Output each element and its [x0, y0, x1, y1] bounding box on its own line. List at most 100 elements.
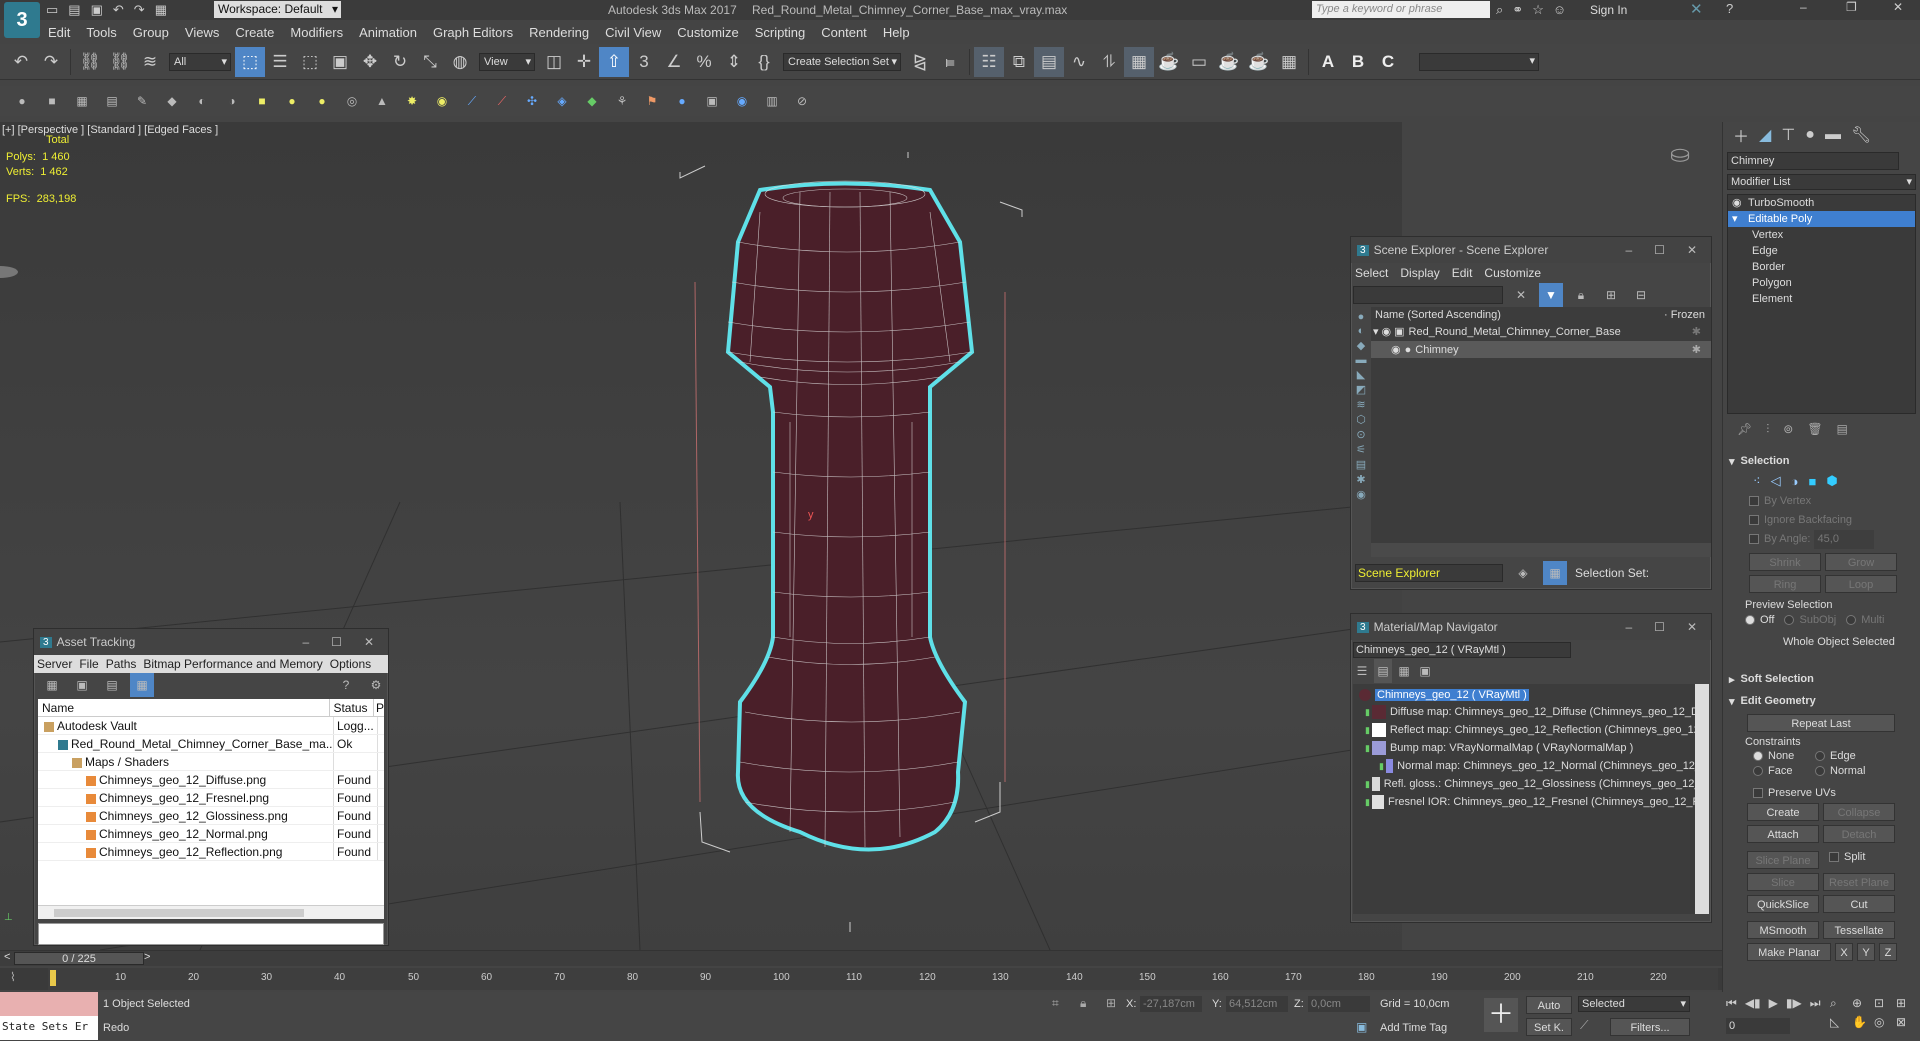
render-iterative-icon[interactable]: ☕: [1244, 47, 1274, 77]
view-list-thumbs-icon[interactable]: ▤: [1374, 659, 1392, 683]
constraint-edge-radio[interactable]: Edge: [1815, 750, 1877, 762]
menu-item[interactable]: Create: [235, 25, 274, 40]
select-manipulate-icon[interactable]: ✛: [569, 47, 599, 77]
filter-bones-icon[interactable]: ⚟: [1356, 443, 1366, 456]
ref-coord-dropdown[interactable]: View ▾: [479, 52, 535, 71]
filter-cameras-icon[interactable]: ◣: [1357, 368, 1365, 381]
polygon-mode-icon[interactable]: ■: [1808, 474, 1816, 489]
tool-1-icon[interactable]: ●: [10, 89, 34, 113]
table-row[interactable]: Chimneys_geo_12_Diffuse.png Found: [38, 771, 384, 789]
split-checkbox[interactable]: Split: [1823, 851, 1865, 869]
tool-17-icon[interactable]: ⟋: [490, 89, 514, 113]
render-production-icon[interactable]: ☕: [1214, 47, 1244, 77]
scene-menu-item[interactable]: Select: [1355, 266, 1388, 280]
maximize-icon[interactable]: ☐: [1654, 243, 1665, 257]
auto-key-button[interactable]: Auto: [1526, 996, 1572, 1014]
view-small-icons-icon[interactable]: ▦: [1395, 659, 1413, 683]
maximize-icon[interactable]: ☐: [1654, 620, 1665, 634]
at-settings-icon[interactable]: ⚙: [364, 673, 388, 697]
menu-item[interactable]: Scripting: [755, 25, 806, 40]
filter-groups-icon[interactable]: ⬡: [1356, 413, 1366, 426]
visibility-eye-icon[interactable]: ◉: [1732, 195, 1748, 211]
preview-multi-radio[interactable]: Multi: [1846, 614, 1884, 626]
undo-quick-icon[interactable]: ↶: [113, 2, 124, 18]
tool-16-icon[interactable]: ⟋: [460, 89, 484, 113]
scene-h-scrollbar[interactable]: [1371, 543, 1711, 557]
text-c-icon[interactable]: C: [1373, 47, 1403, 77]
modifier-stack-item[interactable]: ▾ Editable Poly: [1728, 211, 1915, 227]
close-icon[interactable]: ✕: [364, 635, 374, 649]
by-vertex-checkbox[interactable]: By Vertex: [1749, 492, 1920, 511]
tool-4-icon[interactable]: ▤: [100, 89, 124, 113]
edit-named-sets-icon[interactable]: {}: [749, 47, 779, 77]
map-item[interactable]: ▮ Diffuse map: Chimneys_geo_12_Diffuse (C…: [1353, 703, 1709, 721]
minimize-icon[interactable]: –: [1800, 0, 1807, 14]
save-file-icon[interactable]: ▣: [91, 2, 103, 18]
element-mode-icon[interactable]: ⬢: [1826, 473, 1837, 489]
selection-filter-dropdown[interactable]: All ▾: [169, 52, 231, 71]
edit-geometry-rollup[interactable]: ▾ Edit Geometry: [1723, 692, 1920, 710]
quickslice-button[interactable]: QuickSlice: [1747, 895, 1819, 913]
time-slider-thumb[interactable]: 0 / 225: [14, 952, 144, 965]
tool-21-icon[interactable]: ⚘: [610, 89, 634, 113]
shrink-button[interactable]: Shrink: [1749, 553, 1821, 571]
tool-24-icon[interactable]: ▣: [700, 89, 724, 113]
table-row[interactable]: Chimneys_geo_12_Reflection.png Found: [38, 843, 384, 861]
orbit-icon[interactable]: ◎: [1874, 1015, 1896, 1029]
unlink-icon[interactable]: ⛓: [105, 47, 135, 77]
menu-item[interactable]: Modifiers: [290, 25, 343, 40]
slice-plane-button[interactable]: Slice Plane: [1747, 851, 1819, 869]
viewcube-icon[interactable]: ⛀: [1670, 140, 1710, 168]
col-status-header[interactable]: Status: [330, 699, 374, 716]
make-planar-button[interactable]: Make Planar: [1747, 943, 1831, 961]
loop-button[interactable]: Loop: [1825, 575, 1897, 593]
table-row[interactable]: Maps / Shaders: [38, 753, 384, 771]
pivot-center-icon[interactable]: ◫: [539, 47, 569, 77]
scene-search-input[interactable]: [1353, 286, 1503, 304]
filter-frozen-icon[interactable]: ✱: [1356, 473, 1365, 486]
constraint-normal-radio[interactable]: Normal: [1815, 765, 1877, 777]
table-row[interactable]: Chimneys_geo_12_Fresnel.png Found: [38, 789, 384, 807]
subobject-level-item[interactable]: Edge: [1728, 243, 1915, 259]
tool-23-icon[interactable]: ●: [670, 89, 694, 113]
msmooth-button[interactable]: MSmooth: [1747, 921, 1819, 939]
freeze-icon[interactable]: ✱: [1692, 343, 1711, 356]
expand-icon[interactable]: ⊟: [1629, 283, 1653, 307]
modifier-list-dropdown[interactable]: Modifier List ▾: [1727, 174, 1916, 190]
hierarchy-tab-icon[interactable]: ⊤: [1781, 125, 1795, 145]
star-icon[interactable]: ☆: [1532, 2, 1544, 18]
map-item[interactable]: ▮ Reflect map: Chimneys_geo_12_Reflection…: [1353, 721, 1709, 739]
set-key-button[interactable]: Set K.: [1526, 1018, 1572, 1036]
percent-snap-icon[interactable]: %: [689, 47, 719, 77]
scene-menu-item[interactable]: Edit: [1452, 266, 1473, 280]
asset-menu-item[interactable]: File: [79, 657, 98, 671]
asset-menu-item[interactable]: Paths: [106, 657, 137, 671]
tool-10-icon[interactable]: ●: [280, 89, 304, 113]
next-key-icon[interactable]: ▮▶: [1786, 996, 1802, 1011]
link-icon[interactable]: ⛓: [75, 47, 105, 77]
close-icon[interactable]: ✕: [1893, 0, 1903, 14]
material-editor-icon[interactable]: ▦: [1124, 46, 1154, 77]
subobject-level-item[interactable]: Vertex: [1728, 227, 1915, 243]
project-icon[interactable]: ▦: [155, 2, 167, 18]
utilities-tab-icon[interactable]: 🔧︎: [1851, 125, 1871, 145]
create-tab-icon[interactable]: ＋: [1733, 123, 1749, 147]
place-icon[interactable]: ◍: [445, 47, 475, 77]
reset-plane-button[interactable]: Reset Plane: [1823, 873, 1895, 891]
visibility-eye-icon[interactable]: ◉: [1382, 325, 1392, 338]
map-item[interactable]: ▮ Fresnel IOR: Chimneys_geo_12_Fresnel (C…: [1353, 793, 1709, 811]
tool-14-icon[interactable]: ✸: [400, 89, 424, 113]
add-time-tag-icon[interactable]: ▣: [1356, 1020, 1367, 1034]
selection-set-icon[interactable]: ▦: [1543, 561, 1567, 585]
named-selection-dropdown[interactable]: Create Selection Set ▾: [783, 52, 901, 71]
view-list-icon[interactable]: ☰: [1353, 659, 1371, 683]
x-button[interactable]: X: [1835, 943, 1853, 961]
open-file-icon[interactable]: ▤: [68, 2, 80, 18]
exchange-icon[interactable]: ✕: [1690, 0, 1703, 18]
view-large-icons-icon[interactable]: ▣: [1416, 659, 1434, 683]
hierarchy-icon[interactable]: ⊞: [1599, 283, 1623, 307]
remove-modifier-icon[interactable]: 🗑︎: [1807, 422, 1822, 436]
clear-search-icon[interactable]: ✕: [1509, 283, 1533, 307]
asset-menu-item[interactable]: Server: [37, 657, 72, 671]
col-frozen[interactable]: · Frozen: [1664, 309, 1711, 321]
